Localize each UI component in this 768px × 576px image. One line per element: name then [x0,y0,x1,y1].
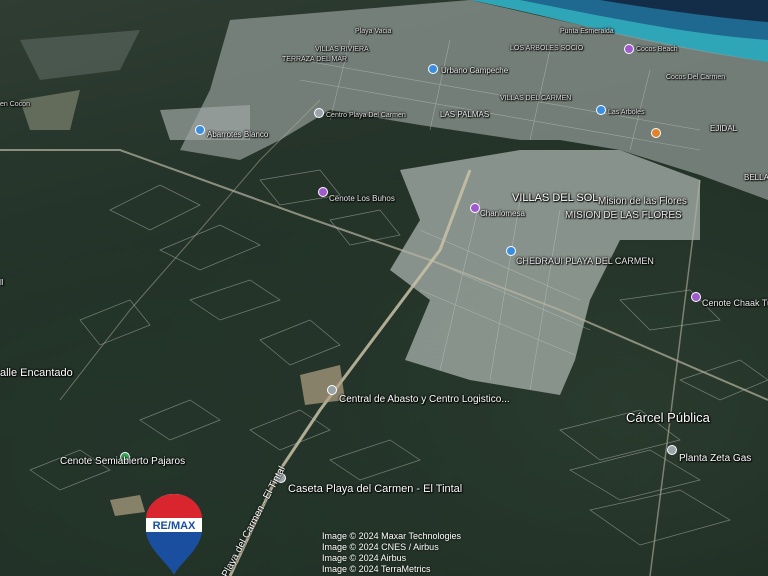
satellite-map[interactable]: Playa Vacia VILLAS RIVIERA TERRAZA DEL M… [0,0,768,576]
arboles-pin-icon[interactable] [596,105,606,115]
urbano-pin-icon[interactable] [428,64,438,74]
cocos-beach-pin-icon[interactable] [624,44,634,54]
chedraui-pin-icon[interactable] [506,246,516,256]
cenote-buhos-pin-icon[interactable] [318,187,328,197]
label-chanlomesa: Chanlomesa [480,209,525,218]
central-abasto-pin-icon[interactable] [327,385,337,395]
label-las-palmas: LAS PALMAS [440,110,490,119]
remax-logo-text: RE/MAX [153,520,196,532]
label-planta-zeta: Planta Zeta Gas [679,453,752,464]
urban-area-central [390,150,700,395]
abarrotes-pin-icon[interactable] [195,125,205,135]
label-cenote-buhos: Cenote Los Buhos [329,194,395,203]
label-caseta: Caseta Playa del Carmen - El Tintal [288,483,463,495]
label-chedraui: CHEDRAUI PLAYA DEL CARMEN [516,256,654,266]
remax-logo: RE/MAX [146,494,202,574]
label-ejidal: EJIDAL [710,124,738,133]
label-left-edge: ll [0,278,4,287]
label-urbano: Urbano Campeche [441,66,509,75]
cenote-chaak-pin-icon[interactable] [691,292,701,302]
imagery-attribution: Image © 2024 Maxar Technologies Image © … [322,531,461,575]
attribution-line: Image © 2024 CNES / Airbus [322,542,439,552]
shop-pin-icon[interactable] [651,128,661,138]
label-arboles-2: Las Arboles [608,109,645,116]
label-en-cocon: en Cocon [0,101,30,108]
label-valle-encantado: alle Encantado [0,367,73,379]
label-abarrotes: Abarrotes Blanco [207,130,269,139]
label-playa-vacia: Playa Vacia [355,28,392,35]
planta-zeta-pin-icon[interactable] [667,445,677,455]
centro-pin-icon[interactable] [314,108,324,118]
attribution-line: Image © 2024 TerraMetrics [322,564,431,574]
label-villas-riviera: VILLAS RIVIERA [315,46,369,53]
attribution-line: Image © 2024 Airbus [322,553,407,563]
label-mision-flores-2: MISION DE LAS FLORES [565,210,682,221]
label-villas-del-sol: VILLAS DEL SOL [512,192,599,204]
label-central-abasto: Central de Abasto y Centro Logistico... [339,394,510,405]
label-mision-flores-1: Mision de las Flores [598,196,687,207]
label-centro: Centro Playa Del Carmen [326,112,406,119]
label-villas-del-carmen: VILLAS DEL CARMEN [500,95,572,102]
attribution-line: Image © 2024 Maxar Technologies [322,531,462,541]
label-carcel: Cárcel Pública [626,410,710,425]
label-punta-esmeralda: Punta Esmeralda [560,28,614,35]
label-terraza: TERRAZA DEL MAR [282,56,348,63]
label-cocos-beach: Cocos Beach [636,46,678,53]
label-bella: BELLA [744,173,768,182]
label-los-arboles: LOS ARBOLES SOCIO [510,45,584,52]
label-cocos-carmen: Cocos Del Carmen [666,74,726,81]
chanlomesa-pin-icon[interactable] [470,203,480,213]
label-cenote-chaak: Cenote Chaak Tu [702,298,768,308]
label-cenote-pajaros: Cenote Semiabierto Pajaros [60,456,186,467]
